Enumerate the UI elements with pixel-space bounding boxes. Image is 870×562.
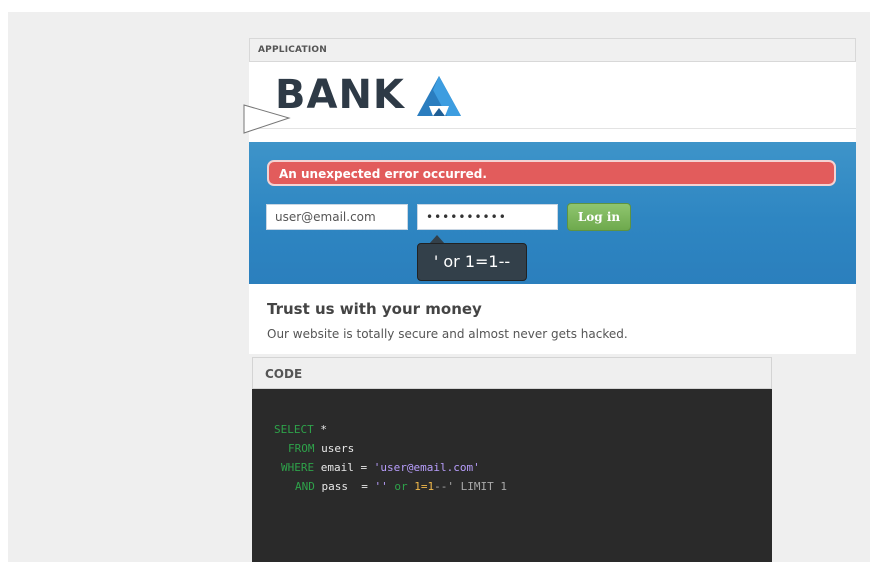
code-text: email = <box>314 461 374 474</box>
application-panel: APPLICATION BANK An unexpected error occ… <box>249 38 856 354</box>
code-string: 'user@email.com' <box>373 461 480 474</box>
error-alert: An unexpected error occurred. <box>267 160 836 186</box>
login-band: An unexpected error occurred. user@email… <box>249 142 856 284</box>
login-button[interactable]: Log in <box>567 203 631 231</box>
code-string: '' <box>374 480 388 493</box>
code-keyword: SELECT <box>274 423 314 436</box>
application-header-label: APPLICATION <box>258 45 327 55</box>
code-text: users <box>314 442 355 455</box>
code-number: 1=1 <box>414 480 435 493</box>
application-panel-header: APPLICATION <box>249 38 856 62</box>
code-panel: CODE SELECT * FROM users WHERE email = '… <box>252 357 772 562</box>
injection-tooltip: ' or 1=1-- <box>417 243 527 281</box>
code-text: pass = <box>314 480 375 493</box>
promo-title: Trust us with your money <box>267 300 482 318</box>
code-comment: --' <box>434 480 454 493</box>
code-line-from: FROM users <box>288 442 354 455</box>
code-line-and: AND pass = '' or 1=1--' LIMIT 1 <box>295 480 507 493</box>
code-text: * <box>313 423 327 436</box>
bank-logo-icon <box>417 76 461 116</box>
code-keyword: AND <box>295 480 315 493</box>
bank-logo-text: BANK <box>275 72 405 118</box>
code-keyword: FROM <box>288 442 315 455</box>
code-header-label: CODE <box>265 367 303 381</box>
code-keyword-or: or <box>394 480 408 493</box>
email-field[interactable]: user@email.com <box>266 204 408 230</box>
password-field[interactable]: •••••••••• <box>417 204 558 230</box>
code-keyword: WHERE <box>281 461 315 474</box>
code-body: SELECT * FROM users WHERE email = 'user@… <box>252 389 772 562</box>
promo-text: Our website is totally secure and almost… <box>267 327 628 341</box>
code-panel-header: CODE <box>252 357 772 389</box>
code-limit: LIMIT 1 <box>453 480 507 493</box>
error-alert-text: An unexpected error occurred. <box>279 167 487 181</box>
pointer-arrow-icon <box>243 104 291 134</box>
code-line-select: SELECT * <box>274 423 327 436</box>
bank-logo-area: BANK <box>249 62 856 129</box>
code-line-where: WHERE email = 'user@email.com' <box>281 461 480 474</box>
